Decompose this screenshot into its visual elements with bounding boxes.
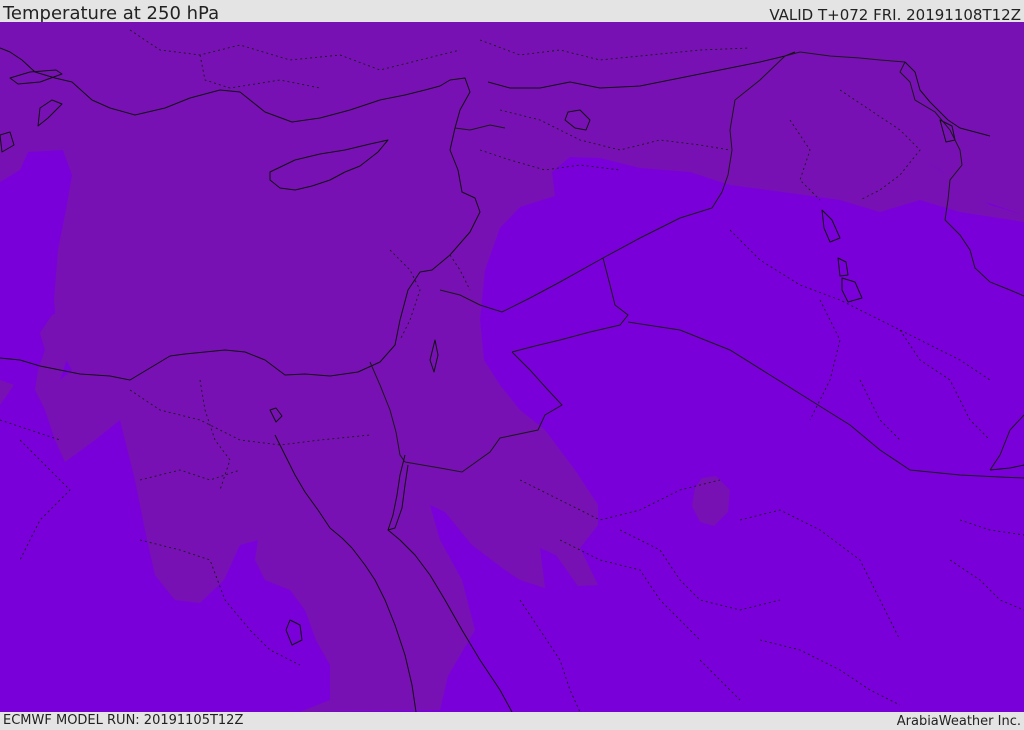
credit: ArabiaWeather Inc. [896,714,1021,729]
temperature-map[interactable] [0,22,1024,712]
footer-bar: ECMWF MODEL RUN: 20191105T12Z ArabiaWeat… [0,712,1024,729]
model-run: ECMWF MODEL RUN: 20191105T12Z [3,713,244,728]
header-bar: Temperature at 250 hPa VALID T+072 FRI. … [0,0,1024,24]
